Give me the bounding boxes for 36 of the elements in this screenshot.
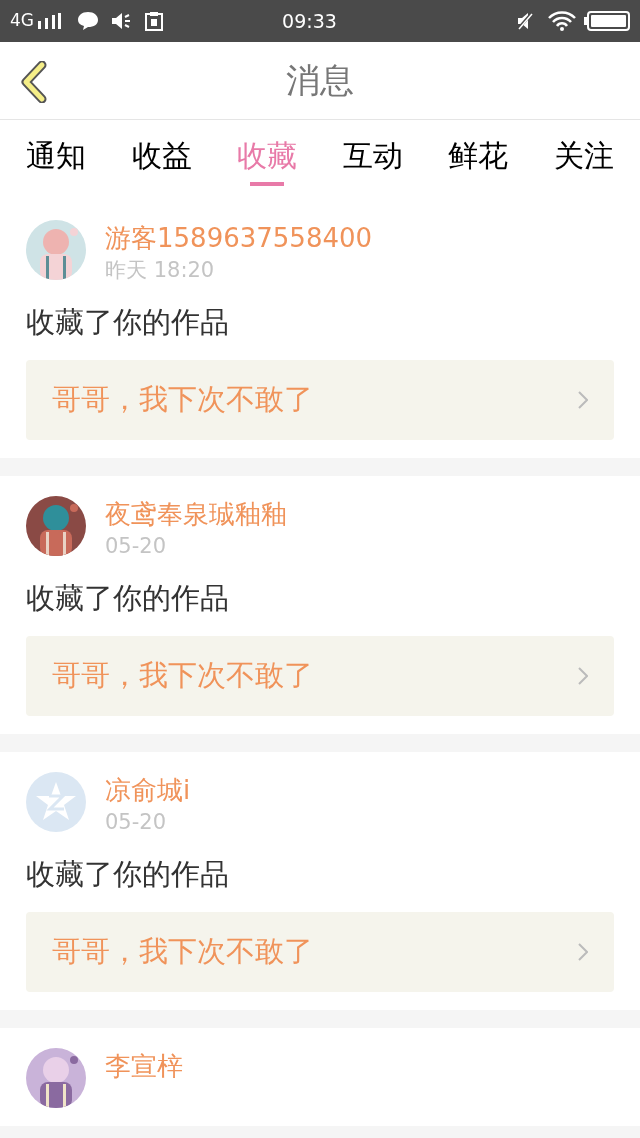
default-avatar-icon <box>26 772 86 832</box>
work-title: 哥哥，我下次不敢了 <box>52 933 313 971</box>
chevron-icon <box>578 943 588 961</box>
tab[interactable]: 收益 <box>131 134 192 186</box>
message-text: 收藏了你的作品 <box>26 856 230 893</box>
work-title: 哥哥，我下次不敢了 <box>52 657 313 695</box>
tab[interactable]: 互动 <box>342 134 403 186</box>
work-title: 哥哥，我下次不敢了 <box>52 381 313 419</box>
user-name[interactable]: 夜鸢奉泉珹釉釉 <box>105 496 287 532</box>
message-time: 昨天 18:20 <box>105 257 216 284</box>
user-name[interactable]: 凉俞城i <box>105 772 191 808</box>
tab[interactable]: 收藏 <box>237 134 298 186</box>
message-text: 收藏了你的作品 <box>26 304 230 341</box>
volume-icon <box>111 12 133 30</box>
work-link[interactable]: 哥哥，我下次不敢了 <box>26 360 614 440</box>
mute-icon <box>516 11 534 31</box>
page-title: 消息 <box>286 59 354 102</box>
network-label: 4G <box>10 9 34 33</box>
message-time: 05-20 <box>105 533 168 560</box>
chevron-icon <box>578 391 588 409</box>
work-link[interactable]: 哥哥，我下次不敢了 <box>26 636 614 716</box>
chat-icon <box>77 11 99 31</box>
user-name[interactable]: 游客1589637558400 <box>105 220 373 256</box>
back-icon <box>18 61 48 103</box>
tab[interactable]: 鲜花 <box>448 134 509 186</box>
user-name[interactable]: 李宣梓 <box>105 1048 183 1084</box>
battery-icon <box>584 11 630 31</box>
wifi-icon <box>548 11 576 31</box>
message-text: 收藏了你的作品 <box>26 580 230 617</box>
tab[interactable]: 关注 <box>553 134 614 186</box>
clock-time: 09:33 <box>282 8 337 34</box>
message-time: 05-20 <box>105 809 168 836</box>
chevron-icon <box>578 667 588 685</box>
work-link[interactable]: 哥哥，我下次不敢了 <box>26 912 614 992</box>
tab[interactable]: 通知 <box>26 134 86 186</box>
signal-icon <box>37 13 61 29</box>
